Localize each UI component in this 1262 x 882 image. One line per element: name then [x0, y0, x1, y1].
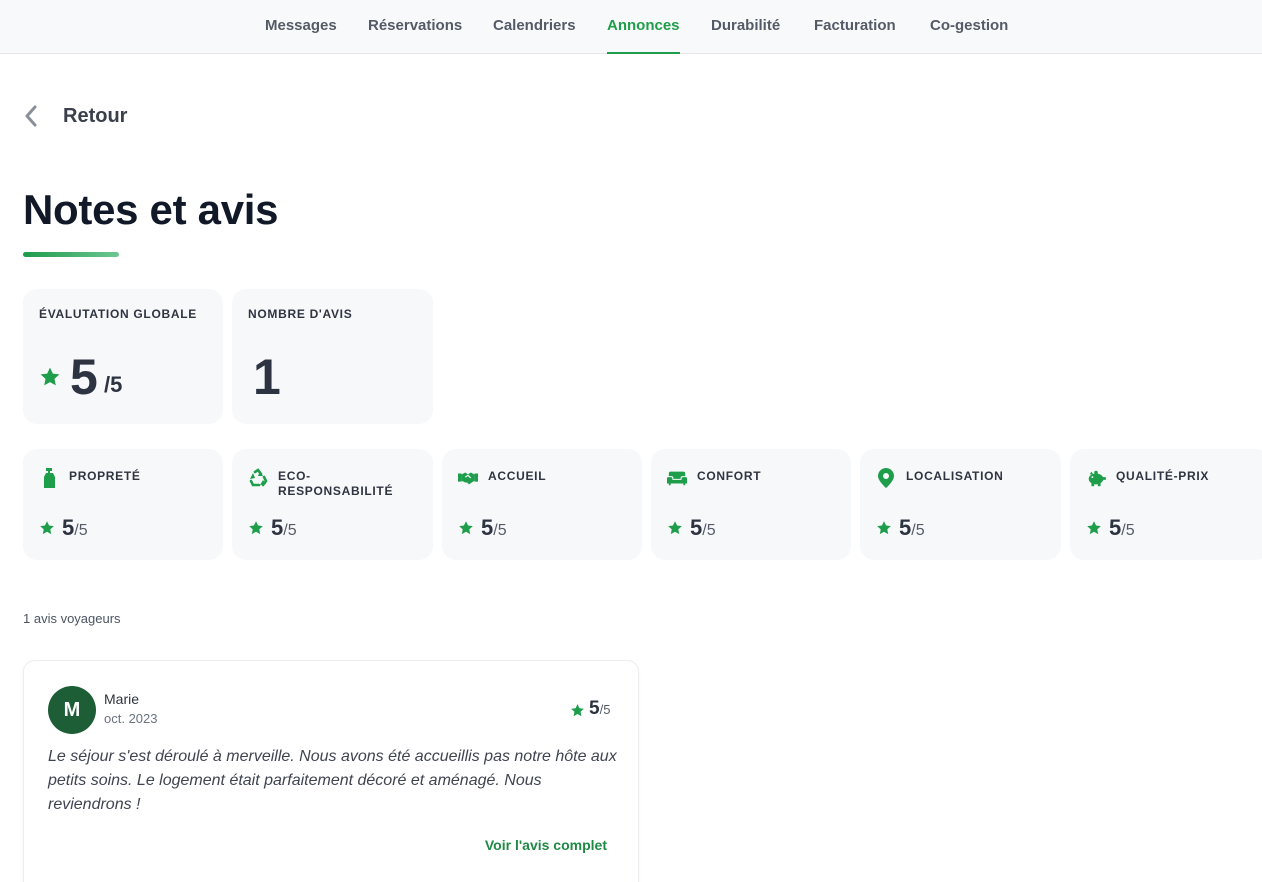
nav-tab-durabilite[interactable]: Durabilité	[711, 0, 780, 54]
category-score-value: 5	[899, 515, 912, 540]
category-score-denominator: /5	[702, 522, 716, 539]
category-score-denominator: /5	[283, 522, 297, 539]
view-full-review-link[interactable]: Voir l'avis complet	[485, 837, 607, 853]
category-label: CONFORT	[697, 469, 762, 483]
category-score-denominator: /5	[911, 522, 925, 539]
review-count-label: NOMBRE D'AVIS	[248, 307, 353, 321]
overall-rating-card: ÉVALUTATION GLOBALE 5 /5	[23, 289, 223, 424]
category-card-proprete: PROPRETÉ 5/5	[23, 449, 223, 560]
nav-tab-co-gestion[interactable]: Co-gestion	[930, 0, 1008, 54]
category-card-localisation: LOCALISATION 5/5	[860, 449, 1061, 560]
category-score: 5/5	[481, 515, 507, 541]
category-card-eco-responsabilite: ECO- RESPONSABILITÉ 5/5	[232, 449, 433, 560]
review-card: M Marie oct. 2023 5/5 Le séjour s'est dé…	[23, 660, 639, 882]
sofa-icon	[667, 468, 687, 488]
avatar: M	[48, 686, 96, 734]
overall-rating-denominator: /5	[104, 372, 123, 397]
review-count-card: NOMBRE D'AVIS 1	[232, 289, 433, 424]
review-score: 5/5	[589, 698, 610, 720]
page-title: Notes et avis	[23, 186, 279, 233]
star-icon	[40, 521, 54, 535]
recycle-icon	[248, 468, 268, 488]
category-label-line: ECO-	[278, 469, 311, 483]
category-score: 5/5	[690, 515, 716, 541]
category-card-accueil: ACCUEIL 5/5	[442, 449, 642, 560]
reviews-count-label: 1 avis voyageurs	[23, 611, 121, 626]
star-icon	[40, 367, 60, 386]
overall-rating-label: ÉVALUTATION GLOBALE	[39, 307, 197, 321]
category-label: ECO- RESPONSABILITÉ	[278, 469, 393, 499]
category-score-value: 5	[271, 515, 284, 540]
category-label: PROPRETÉ	[69, 469, 141, 483]
category-score-value: 5	[690, 515, 703, 540]
nav-tab-calendriers[interactable]: Calendriers	[493, 0, 576, 54]
category-score: 5/5	[899, 515, 925, 541]
category-score-denominator: /5	[74, 522, 88, 539]
category-score-value: 5	[1109, 515, 1122, 540]
category-score: 5/5	[1109, 515, 1135, 541]
category-card-qualite-prix: QUALITÉ-PRIX 5/5	[1070, 449, 1262, 560]
chevron-left-icon	[24, 102, 48, 130]
category-score-denominator: /5	[493, 522, 507, 539]
star-icon	[459, 521, 473, 535]
category-card-confort: CONFORT 5/5	[651, 449, 851, 560]
review-count-value: 1	[253, 349, 281, 405]
category-score-value: 5	[481, 515, 494, 540]
piggy-bank-icon	[1086, 468, 1106, 488]
category-score-value: 5	[62, 515, 75, 540]
nav-tab-messages[interactable]: Messages	[265, 0, 337, 54]
top-navigation: Messages Réservations Calendriers Annonc…	[0, 0, 1262, 54]
nav-tab-reservations[interactable]: Réservations	[368, 0, 462, 54]
category-score: 5/5	[271, 515, 297, 541]
review-score-value: 5	[589, 698, 600, 719]
star-icon	[668, 521, 682, 535]
title-underline	[23, 252, 119, 257]
star-icon	[877, 521, 891, 535]
category-label-line: RESPONSABILITÉ	[278, 484, 394, 498]
back-label: Retour	[63, 104, 128, 127]
review-text: Le séjour s'est déroulé à merveille. Nou…	[48, 748, 617, 813]
category-label: LOCALISATION	[906, 469, 1004, 483]
category-label: ACCUEIL	[488, 469, 547, 483]
back-link[interactable]: Retour	[24, 102, 127, 130]
map-pin-icon	[876, 468, 896, 488]
category-score-denominator: /5	[1121, 522, 1135, 539]
spray-bottle-icon	[39, 468, 59, 488]
review-score-denominator: /5	[599, 702, 611, 717]
category-score: 5/5	[62, 515, 88, 541]
handshake-icon	[458, 468, 478, 488]
category-label: QUALITÉ-PRIX	[1116, 469, 1210, 483]
review-date: oct. 2023	[104, 711, 158, 726]
star-icon	[1087, 521, 1101, 535]
star-icon	[571, 704, 584, 717]
star-icon	[249, 521, 263, 535]
nav-tab-annonces[interactable]: Annonces	[607, 0, 680, 54]
nav-tab-facturation[interactable]: Facturation	[814, 0, 896, 54]
reviewer-name: Marie	[104, 691, 140, 707]
overall-rating-value: 5	[70, 349, 98, 405]
